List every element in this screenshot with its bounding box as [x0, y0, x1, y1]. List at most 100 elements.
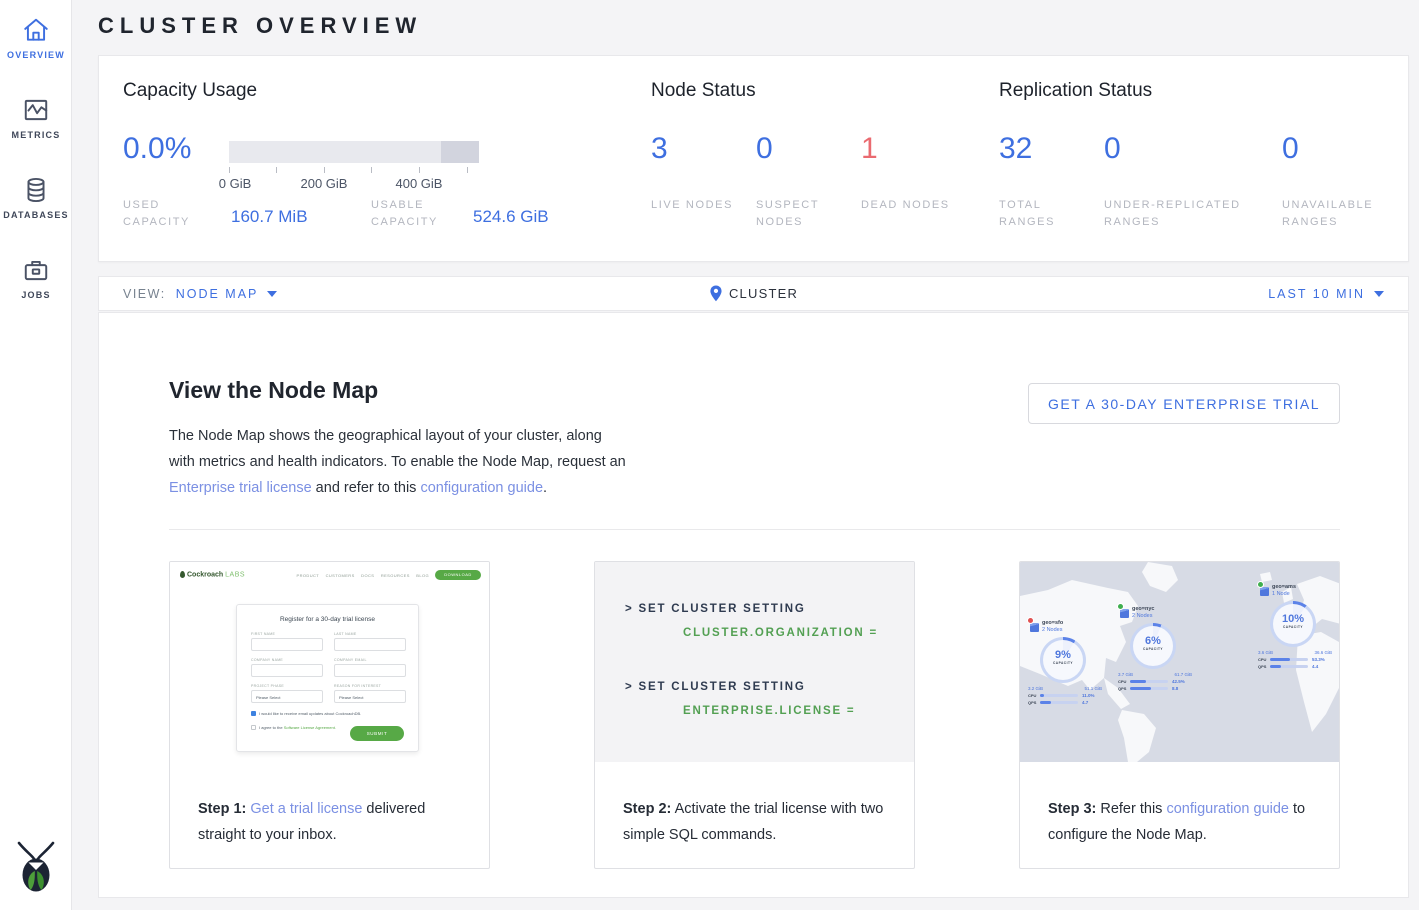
breadcrumb-cluster: CLUSTER	[729, 286, 798, 301]
code-line: > SET CLUSTER SETTING	[625, 603, 806, 615]
caret-down-icon	[1374, 291, 1384, 297]
get-trial-license-link[interactable]: Get a trial license	[250, 801, 362, 817]
dead-nodes-label: DEAD NODES	[861, 197, 951, 214]
node-status-dot-green	[1117, 603, 1124, 610]
capacity-ring: 10%CAPACITY	[1270, 601, 1316, 647]
metrics-icon	[22, 96, 50, 124]
sql-code-block: > SET CLUSTER SETTING CLUSTER.ORGANIZATI…	[595, 562, 914, 762]
map-node-ams: geo=ams 1 Node 10%CAPACITY 3.6 GiB36.6 G…	[1258, 584, 1338, 669]
under-replicated-value: 0	[1104, 132, 1121, 166]
enterprise-trial-license-link[interactable]: Enterprise trial license	[169, 480, 312, 496]
usable-capacity-label: USABLE CAPACITY	[371, 197, 466, 231]
step1-caption: Step 1: Get a trial license delivered st…	[198, 796, 466, 848]
mini-input	[251, 664, 323, 677]
databases-icon	[22, 176, 50, 204]
unavailable-ranges-label: UNAVAILABLE RANGES	[1282, 197, 1402, 231]
sidebar-item-label: METRICS	[0, 130, 72, 140]
mini-submit-button: SUBMIT	[350, 726, 404, 741]
live-nodes-label: LIVE NODES	[651, 197, 741, 214]
code-line: ENTERPRISE.LICENSE =	[683, 705, 855, 717]
usable-capacity-value: 524.6 GiB	[473, 207, 549, 227]
sidebar-item-jobs[interactable]: JOBS	[0, 256, 72, 300]
page-title: CLUSTER OVERVIEW	[98, 13, 422, 39]
used-capacity-label: USED CAPACITY	[123, 197, 213, 231]
mini-select: Please Select	[334, 690, 406, 703]
location-pin-icon	[709, 285, 722, 302]
capacity-ring: 6%CAPACITY	[1130, 623, 1176, 669]
mini-site-logo: Cockroach	[187, 571, 223, 578]
node-map-illustration: geo=sfo 2 Nodes 9%CAPACITY 3.2 GiB51.1 G…	[1020, 562, 1339, 762]
mini-cockroach-icon	[180, 571, 185, 578]
view-selector[interactable]: NODE MAP	[176, 287, 259, 301]
node-status-dot-green	[1257, 581, 1264, 588]
get-enterprise-trial-button[interactable]: GET A 30-DAY ENTERPRISE TRIAL	[1028, 383, 1340, 424]
mini-registration-form: Register for a 30-day trial license FIRS…	[236, 604, 419, 752]
map-node-nyc: geo=nyc 2 Nodes 6%CAPACITY 3.7 GiB61.7 G…	[1118, 606, 1198, 691]
capacity-ring: 9%CAPACITY	[1040, 637, 1086, 683]
dead-nodes-value: 1	[861, 132, 878, 166]
mini-checkbox	[251, 725, 256, 730]
capacity-usage-title: Capacity Usage	[123, 80, 257, 102]
node-cube-icon	[1120, 609, 1129, 618]
suspect-nodes-label: SUSPECT NODES	[756, 197, 846, 231]
capacity-tick-0: 0 GiB	[219, 176, 252, 191]
cluster-overview-page: OVERVIEW METRICS DATABASES JOBS	[0, 0, 1419, 910]
node-map-description: The Node Map shows the geographical layo…	[169, 423, 627, 501]
view-bar: VIEW: NODE MAP CLUSTER LAST 10 MIN	[98, 276, 1409, 311]
view-label: VIEW:	[123, 287, 166, 301]
sidebar-item-overview[interactable]: OVERVIEW	[0, 16, 72, 60]
mini-site-nav: PRODUCT CUSTOMERS DOCS RESOURCES BLOG	[297, 573, 429, 578]
configuration-guide-link[interactable]: configuration guide	[1166, 801, 1289, 817]
node-status-dot-red	[1027, 617, 1034, 624]
capacity-percent: 0.0%	[123, 132, 191, 166]
under-replicated-label: UNDER-REPLICATED RANGES	[1104, 197, 1269, 231]
mini-checkbox-checked	[251, 711, 256, 716]
time-range-value: LAST 10 MIN	[1268, 287, 1365, 301]
caret-down-icon[interactable]	[267, 291, 277, 297]
sidebar-item-label: DATABASES	[0, 210, 72, 220]
capacity-tick-400: 400 GiB	[396, 176, 443, 191]
registration-site-illustration: Cockroach LABS PRODUCT CUSTOMERS DOCS RE…	[170, 562, 489, 772]
step1-card: Cockroach LABS PRODUCT CUSTOMERS DOCS RE…	[169, 561, 490, 869]
unavailable-ranges-value: 0	[1282, 132, 1299, 166]
sidebar-item-label: JOBS	[0, 290, 72, 300]
suspect-nodes-value: 0	[756, 132, 773, 166]
total-ranges-label: TOTAL RANGES	[999, 197, 1089, 231]
step3-card: geo=sfo 2 Nodes 9%CAPACITY 3.2 GiB51.1 G…	[1019, 561, 1340, 869]
code-line: CLUSTER.ORGANIZATION =	[683, 627, 878, 639]
capacity-gauge-segment	[441, 141, 479, 163]
node-cube-icon	[1260, 587, 1269, 596]
total-ranges-value: 32	[999, 132, 1032, 166]
sidebar-item-metrics[interactable]: METRICS	[0, 96, 72, 140]
sidebar-item-label: OVERVIEW	[0, 50, 72, 60]
node-map-heading: View the Node Map	[169, 377, 378, 404]
configuration-guide-link[interactable]: configuration guide	[420, 480, 543, 496]
mini-form-title: Register for a 30-day trial license	[237, 616, 418, 623]
mini-input	[334, 664, 406, 677]
map-node-sfo: geo=sfo 2 Nodes 9%CAPACITY 3.2 GiB51.1 G…	[1028, 620, 1108, 705]
capacity-tick-200: 200 GiB	[301, 176, 348, 191]
code-line: > SET CLUSTER SETTING	[625, 681, 806, 693]
content: CLUSTER OVERVIEW Capacity Usage 0.0% 0 G…	[98, 0, 1409, 910]
capacity-gauge	[229, 141, 479, 163]
jobs-icon	[22, 256, 50, 284]
step2-card: > SET CLUSTER SETTING CLUSTER.ORGANIZATI…	[594, 561, 915, 869]
cockroach-labs-logo-icon	[13, 840, 59, 892]
mini-download-button: DOWNLOAD	[435, 570, 481, 580]
node-map-panel: View the Node Map The Node Map shows the…	[98, 312, 1409, 898]
step2-caption: Step 2: Activate the trial license with …	[623, 796, 891, 848]
home-icon	[22, 16, 50, 44]
mini-input	[251, 638, 323, 651]
stats-panel: Capacity Usage 0.0% 0 GiB 200 GiB 400 Gi…	[98, 55, 1409, 262]
live-nodes-value: 3	[651, 132, 668, 166]
node-status-title: Node Status	[651, 80, 756, 102]
sidebar-item-databases[interactable]: DATABASES	[0, 176, 72, 220]
mini-select: Please Select	[251, 690, 323, 703]
replication-status-title: Replication Status	[999, 80, 1152, 102]
time-range-selector[interactable]: LAST 10 MIN	[1268, 277, 1384, 310]
used-capacity-value: 160.7 MiB	[231, 207, 308, 227]
mini-input	[334, 638, 406, 651]
step3-caption: Step 3: Refer this configuration guide t…	[1048, 796, 1316, 848]
divider	[169, 529, 1340, 530]
node-cube-icon	[1030, 623, 1039, 632]
